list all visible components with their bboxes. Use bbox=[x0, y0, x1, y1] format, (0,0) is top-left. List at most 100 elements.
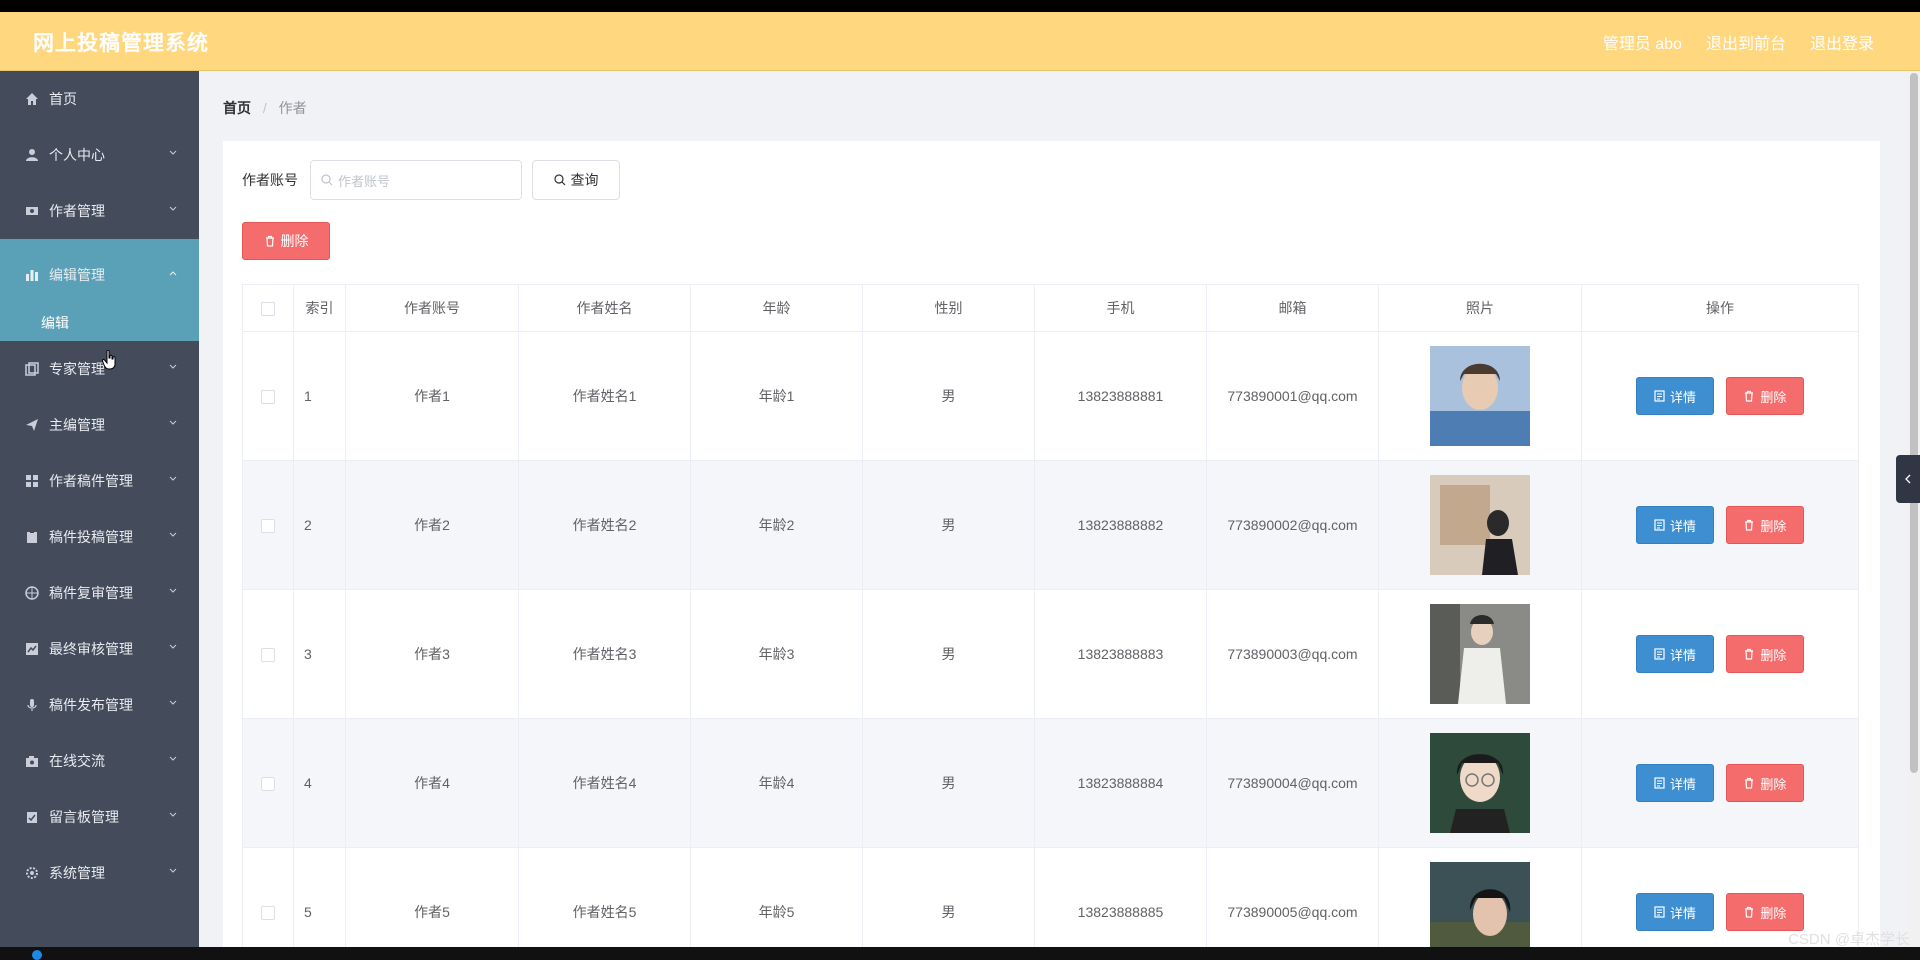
sidebar-item-home[interactable]: 首页 bbox=[0, 71, 199, 127]
exit-to-frontend-link[interactable]: 退出到前台 bbox=[1706, 30, 1786, 54]
query-button-label: 查询 bbox=[570, 172, 599, 188]
row-checkbox[interactable] bbox=[261, 519, 275, 534]
cell-email: 773890005@qq.com bbox=[1206, 847, 1379, 947]
cell-account: 作者4 bbox=[345, 718, 519, 848]
sidebar-item-label: 首页 bbox=[49, 91, 77, 107]
delete-button[interactable]: 删除 bbox=[1725, 764, 1804, 802]
trash-icon bbox=[1745, 906, 1754, 918]
row-select-cell[interactable] bbox=[242, 589, 294, 719]
user-icon bbox=[25, 148, 39, 162]
cell-actions: 详情 删除 bbox=[1581, 718, 1859, 848]
sidebar-item-author-management[interactable]: 作者管理 bbox=[0, 183, 199, 239]
delete-button-label: 删除 bbox=[1760, 389, 1787, 405]
row-checkbox[interactable] bbox=[261, 390, 275, 405]
page-scrollbar[interactable] bbox=[1908, 71, 1920, 947]
sidebar-item-chief-editor-management[interactable]: 主编管理 bbox=[0, 397, 199, 453]
content-panel: 作者账号 作者账号 查询 删除 索引 作者账号 作者姓名 年龄 性别 手机 邮箱… bbox=[223, 141, 1880, 947]
detail-button-label: 详情 bbox=[1670, 776, 1697, 792]
sidebar-subitem-editor[interactable]: 编辑 bbox=[0, 305, 199, 341]
status-dot bbox=[32, 950, 42, 960]
detail-button[interactable]: 详情 bbox=[1636, 764, 1715, 802]
chevron-down-icon bbox=[169, 364, 177, 369]
row-select-cell[interactable] bbox=[242, 460, 294, 590]
sidebar-item-publish-management[interactable]: 稿件发布管理 bbox=[0, 677, 199, 733]
clipboard-check-icon bbox=[25, 810, 39, 824]
author-table: 索引 作者账号 作者姓名 年龄 性别 手机 邮箱 照片 操作 1 作者1 作者姓… bbox=[242, 284, 1859, 947]
author-photo[interactable] bbox=[1430, 862, 1530, 947]
column-header-photo: 照片 bbox=[1378, 284, 1582, 332]
column-header-gender: 性别 bbox=[862, 284, 1035, 332]
sidebar-item-submission-management[interactable]: 稿件投稿管理 bbox=[0, 509, 199, 565]
sidebar-item-online-chat[interactable]: 在线交流 bbox=[0, 733, 199, 789]
select-all-checkbox[interactable] bbox=[261, 302, 275, 317]
detail-button-label: 详情 bbox=[1670, 647, 1697, 663]
cell-name: 作者姓名3 bbox=[518, 589, 691, 719]
author-photo[interactable] bbox=[1430, 346, 1530, 446]
detail-button[interactable]: 详情 bbox=[1636, 506, 1715, 544]
cell-name: 作者姓名2 bbox=[518, 460, 691, 590]
breadcrumb: 首页 / 作者 bbox=[223, 98, 307, 118]
row-checkbox[interactable] bbox=[261, 648, 275, 663]
breadcrumb-current: 作者 bbox=[278, 100, 307, 116]
document-icon bbox=[1654, 777, 1665, 789]
chevron-left-icon bbox=[1905, 474, 1911, 484]
row-checkbox[interactable] bbox=[261, 906, 275, 921]
breadcrumb-home[interactable]: 首页 bbox=[223, 100, 251, 116]
cell-index: 1 bbox=[293, 331, 346, 461]
bottom-bar bbox=[0, 947, 1920, 960]
sidebar-item-final-review-management[interactable]: 最终审核管理 bbox=[0, 621, 199, 677]
delete-button-label: 删除 bbox=[1760, 776, 1787, 792]
column-header-account: 作者账号 bbox=[345, 284, 519, 332]
author-photo[interactable] bbox=[1430, 475, 1530, 575]
sidebar-item-label: 作者管理 bbox=[49, 203, 105, 219]
detail-button[interactable]: 详情 bbox=[1636, 635, 1715, 673]
cell-phone: 13823888883 bbox=[1034, 589, 1207, 719]
cell-photo bbox=[1378, 589, 1582, 719]
sidebar: 首页 个人中心 作者管理 编辑管理 编辑 专家管理 主编管理 作者稿件管理 稿件… bbox=[0, 71, 199, 947]
sidebar-item-expert-management[interactable]: 专家管理 bbox=[0, 341, 199, 397]
delete-button[interactable]: 删除 bbox=[1725, 893, 1804, 931]
sidebar-item-personal-center[interactable]: 个人中心 bbox=[0, 127, 199, 183]
cell-actions: 详情 删除 bbox=[1581, 331, 1859, 461]
cell-actions: 详情 删除 bbox=[1581, 589, 1859, 719]
delete-button-label: 删除 bbox=[1760, 518, 1787, 534]
sidebar-item-label: 在线交流 bbox=[49, 753, 105, 769]
chevron-down-icon bbox=[169, 150, 177, 155]
sidebar-item-label: 编辑管理 bbox=[49, 267, 105, 283]
sidebar-item-message-board-management[interactable]: 留言板管理 bbox=[0, 789, 199, 845]
microphone-icon bbox=[25, 698, 39, 712]
author-account-search-input[interactable]: 作者账号 bbox=[310, 160, 522, 200]
hand-cursor-icon bbox=[102, 350, 116, 370]
author-photo[interactable] bbox=[1430, 604, 1530, 704]
delete-button[interactable]: 删除 bbox=[1725, 506, 1804, 544]
sidebar-item-system-management[interactable]: 系统管理 bbox=[0, 845, 199, 901]
row-select-cell[interactable] bbox=[242, 331, 294, 461]
logout-link[interactable]: 退出登录 bbox=[1810, 30, 1874, 54]
select-all-header[interactable] bbox=[242, 284, 294, 332]
sidebar-item-author-manuscript-management[interactable]: 作者稿件管理 bbox=[0, 453, 199, 509]
collapse-panel-tab[interactable] bbox=[1896, 455, 1920, 503]
breadcrumb-separator: / bbox=[262, 100, 267, 116]
cell-age: 年龄5 bbox=[690, 847, 863, 947]
chevron-down-icon bbox=[169, 868, 177, 873]
table-header-row: 索引 作者账号 作者姓名 年龄 性别 手机 邮箱 照片 操作 bbox=[242, 284, 1859, 332]
cell-photo bbox=[1378, 331, 1582, 461]
row-checkbox[interactable] bbox=[261, 777, 275, 792]
cell-gender: 男 bbox=[862, 718, 1035, 848]
delete-button[interactable]: 删除 bbox=[1725, 635, 1804, 673]
sidebar-item-review-management[interactable]: 稿件复审管理 bbox=[0, 565, 199, 621]
top-links: 管理员 abo 退出到前台 退出登录 bbox=[1603, 30, 1874, 54]
query-button[interactable]: 查询 bbox=[532, 160, 620, 200]
detail-button[interactable]: 详情 bbox=[1636, 893, 1715, 931]
detail-button[interactable]: 详情 bbox=[1636, 377, 1715, 415]
scrollbar-thumb[interactable] bbox=[1910, 73, 1918, 773]
batch-delete-button[interactable]: 删除 bbox=[242, 222, 330, 260]
trash-icon bbox=[1745, 648, 1754, 660]
row-select-cell[interactable] bbox=[242, 847, 294, 947]
chevron-up-icon bbox=[169, 271, 177, 276]
admin-user-link[interactable]: 管理员 abo bbox=[1603, 30, 1682, 54]
author-photo[interactable] bbox=[1430, 733, 1530, 833]
sidebar-item-editor-management[interactable]: 编辑管理 bbox=[0, 239, 199, 309]
delete-button[interactable]: 删除 bbox=[1725, 377, 1804, 415]
row-select-cell[interactable] bbox=[242, 718, 294, 848]
